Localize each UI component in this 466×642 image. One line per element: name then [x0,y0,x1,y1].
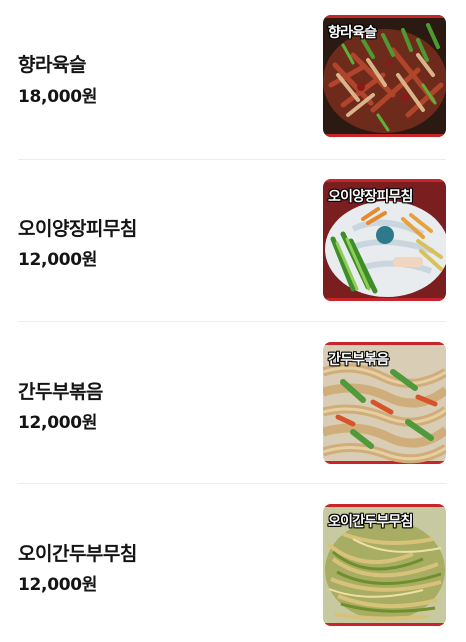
menu-item-name: 간두부볶음 [18,381,103,403]
menu-item-photo[interactable]: 오이간두부무침 [323,504,446,626]
menu-item[interactable]: 오이양장피무침 12,000원 오이양장피무침 [0,162,466,324]
divider [18,321,446,322]
divider [18,159,446,160]
photo-caption: 간두부볶음 [328,352,389,368]
menu-item-price: 12,000원 [18,413,98,433]
menu-list: 향라육슬 18,000원 향라육슬 오이양장피무침 12,000원 오이양장피무… [0,0,466,642]
menu-item-name: 오이양장피무침 [18,218,137,240]
menu-item[interactable]: 향라육슬 18,000원 향라육슬 [0,0,466,162]
menu-item-name: 오이간두부무침 [18,543,137,565]
divider [18,483,446,484]
photo-caption: 향라육슬 [328,25,377,41]
photo-caption: 오이양장피무침 [328,189,413,205]
menu-item-price: 18,000원 [18,87,98,107]
menu-item-name: 향라육슬 [18,54,86,76]
menu-item-photo[interactable]: 간두부볶음 [323,342,446,464]
menu-item-photo[interactable]: 향라육슬 [323,15,446,137]
menu-item[interactable]: 오이간두부무침 12,000원 오이간두부무침 [0,486,466,642]
menu-item-price: 12,000원 [18,250,98,270]
photo-caption: 오이간두부무침 [328,514,413,530]
menu-item[interactable]: 간두부볶음 12,000원 간두부볶음 [0,324,466,486]
menu-item-price: 12,000원 [18,575,98,595]
menu-item-photo[interactable]: 오이양장피무침 [323,179,446,301]
